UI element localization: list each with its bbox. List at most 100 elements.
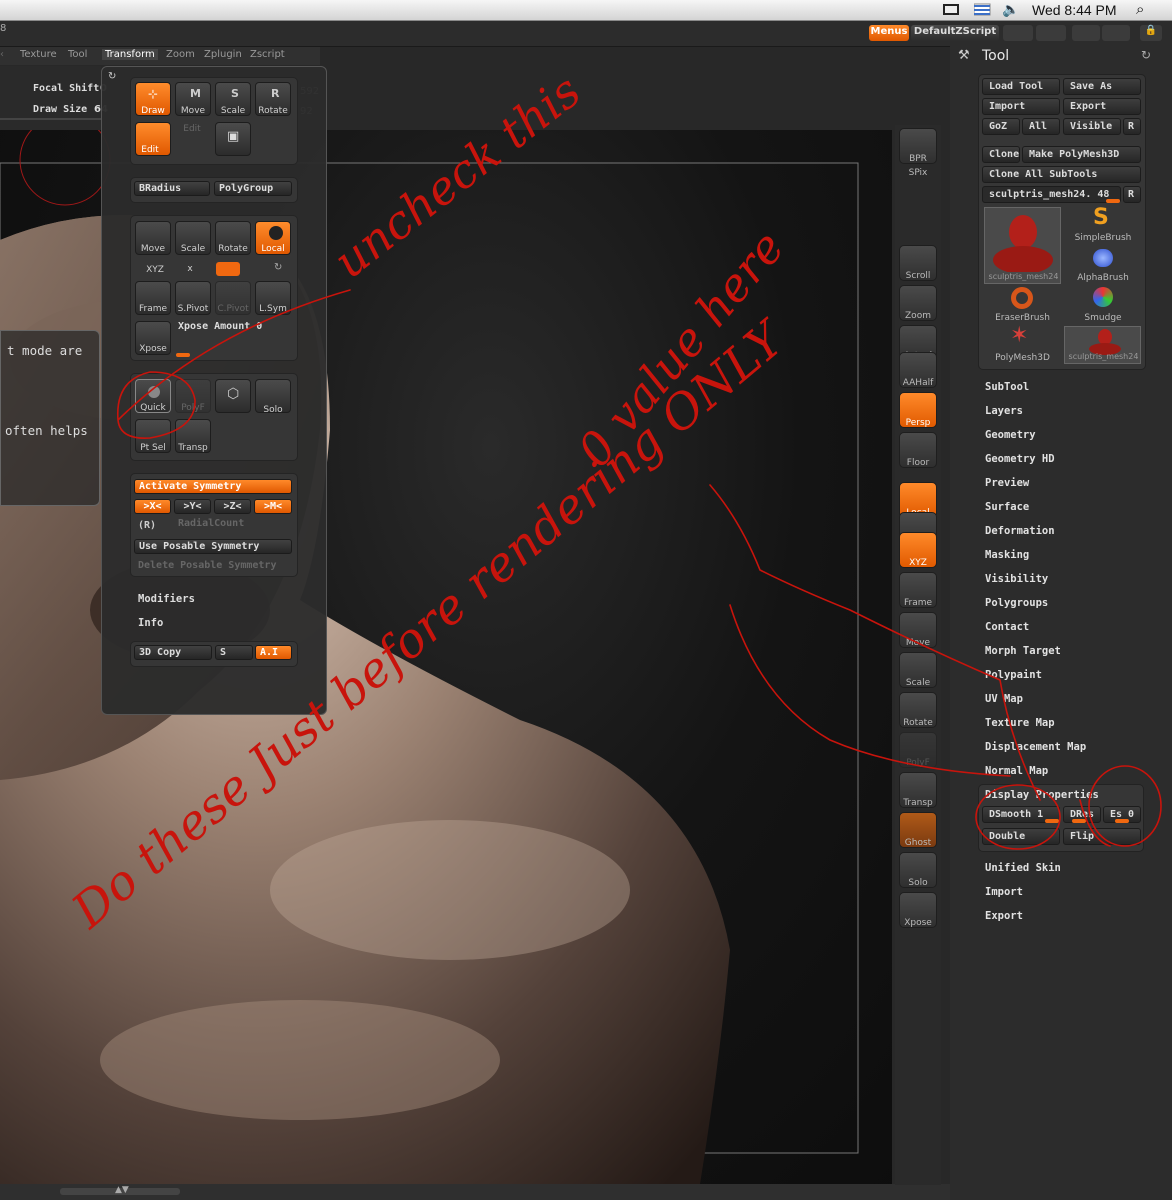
es-handle[interactable]	[1115, 819, 1129, 823]
layout-right-icon[interactable]	[1036, 25, 1066, 41]
window-icon[interactable]	[1072, 25, 1100, 41]
all-button[interactable]: All	[1022, 118, 1060, 135]
section-export[interactable]: Export	[985, 910, 1023, 922]
flag-icon[interactable]	[973, 3, 992, 20]
section-subtool[interactable]: SubTool	[985, 381, 1029, 393]
import-tool-button[interactable]: Import	[982, 98, 1060, 115]
menu-texture[interactable]: Texture	[20, 49, 57, 60]
shelf-bpr-label: BPR	[909, 154, 927, 164]
y-symmetry-button[interactable]: >Y<	[174, 499, 211, 514]
menu-zscript[interactable]: Zscript	[250, 49, 285, 60]
flip-button[interactable]: Flip	[1063, 828, 1141, 845]
current-tool-slider-handle[interactable]	[1106, 199, 1120, 203]
tool-palette-title[interactable]: Tool	[982, 48, 1009, 64]
xpose-amount-label[interactable]: Xpose Amount 0	[178, 321, 262, 332]
radial-count-slider[interactable]: RadialCount	[178, 518, 244, 529]
spotlight-icon[interactable]: ⌕	[1136, 1, 1144, 18]
section-geometry[interactable]: Geometry	[985, 429, 1036, 441]
dsmooth-handle[interactable]	[1045, 819, 1059, 823]
polygroup-button[interactable]: PolyGroup	[214, 181, 292, 196]
menu-arrow-icon[interactable]: ‹	[0, 49, 4, 60]
refresh-icon[interactable]: ↻	[108, 71, 116, 82]
menu-transform[interactable]: Transform	[102, 49, 158, 60]
ptsel-label: Pt Sel	[140, 443, 166, 453]
x-axis-toggle[interactable]: x	[170, 264, 210, 274]
double-button[interactable]: Double	[982, 828, 1060, 845]
ai-button[interactable]: A.I	[255, 645, 292, 660]
activate-symmetry-button[interactable]: Activate Symmetry	[134, 479, 292, 494]
menu-zoom[interactable]: Zoom	[166, 49, 195, 60]
alphabrush-thumb[interactable]: AlphaBrush	[1065, 247, 1141, 285]
draw-size-label[interactable]: Draw Size	[33, 104, 87, 115]
default-zscript-button[interactable]: DefaultZScript	[911, 25, 999, 41]
section-morph-target[interactable]: Morph Target	[985, 645, 1061, 657]
export-tool-button[interactable]: Export	[1063, 98, 1141, 115]
visible-button[interactable]: Visible	[1063, 118, 1121, 135]
clone-button[interactable]: Clone	[982, 146, 1020, 163]
section-geometry-hd[interactable]: Geometry HD	[985, 453, 1055, 465]
clock[interactable]: Wed 8:44 PM	[1032, 2, 1117, 18]
draw-size-slider[interactable]	[0, 118, 101, 120]
cube-icon[interactable]: ⬡	[215, 379, 251, 413]
s-button[interactable]: S	[215, 645, 253, 660]
x-symmetry-button[interactable]: >X<	[134, 499, 171, 514]
display-properties-header[interactable]: Display Properties	[985, 789, 1099, 801]
shelf-toggle-icon[interactable]: ▲▼	[115, 1185, 129, 1195]
section-import[interactable]: Import	[985, 886, 1023, 898]
display-icon[interactable]	[941, 2, 961, 21]
load-tool-button[interactable]: Load Tool	[982, 78, 1060, 95]
lock-icon[interactable]: 🔒	[1140, 25, 1162, 41]
simplebrush-thumb[interactable]: S SimpleBrush	[1065, 205, 1141, 245]
smudge-thumb[interactable]: Smudge	[1065, 287, 1141, 325]
make-polymesh3d-button[interactable]: Make PolyMesh3D	[1022, 146, 1141, 163]
delete-posable-symmetry-button[interactable]: Delete Posable Symmetry	[134, 559, 292, 574]
current-tool-slider[interactable]: sculptris_mesh24. 48	[982, 186, 1121, 203]
volume-icon[interactable]: 🔈	[1002, 1, 1019, 18]
section-polygroups[interactable]: Polygroups	[985, 597, 1048, 609]
bradius-button[interactable]: BRadius	[134, 181, 210, 196]
section-unified-skin[interactable]: Unified Skin	[985, 862, 1061, 874]
section-texture-map[interactable]: Texture Map	[985, 717, 1055, 729]
menus-button[interactable]: Menus	[869, 25, 909, 41]
clone-all-subtools-button[interactable]: Clone All SubTools	[982, 166, 1141, 183]
section-normal-map[interactable]: Normal Map	[985, 765, 1048, 777]
section-polypaint[interactable]: Polypaint	[985, 669, 1042, 681]
snapshot-camera-icon[interactable]: ▣	[215, 122, 251, 156]
shelf-transp-label: Transp	[903, 798, 933, 808]
goz-button[interactable]: GoZ	[982, 118, 1020, 135]
menu-zplugin[interactable]: Zplugin	[204, 49, 242, 60]
r-button[interactable]: R	[1123, 118, 1141, 135]
modifiers-section[interactable]: Modifiers	[138, 593, 195, 605]
m-symmetry-button[interactable]: >M<	[254, 499, 292, 514]
section-displacement-map[interactable]: Displacement Map	[985, 741, 1086, 753]
section-masking[interactable]: Masking	[985, 549, 1029, 561]
focal-shift-label[interactable]: Focal Shift	[33, 83, 99, 94]
save-as-button[interactable]: Save As	[1063, 78, 1141, 95]
sculptris-thumb-2[interactable]: sculptris_mesh24	[1064, 326, 1141, 364]
polymesh3d-thumb[interactable]: ✶ PolyMesh3D	[984, 323, 1061, 365]
current-tool-thumbnail[interactable]: sculptris_mesh24	[984, 207, 1061, 284]
y-axis-toggle[interactable]	[216, 262, 240, 276]
section-surface[interactable]: Surface	[985, 501, 1029, 513]
layout-left-icon[interactable]	[1003, 25, 1033, 41]
use-posable-symmetry-button[interactable]: Use Posable Symmetry	[134, 539, 292, 554]
dres-handle[interactable]	[1072, 819, 1086, 823]
tool-refresh-icon[interactable]: ↻	[1141, 48, 1151, 62]
radial-r-button[interactable]: (R)	[138, 520, 156, 531]
section-deformation[interactable]: Deformation	[985, 525, 1055, 537]
section-preview[interactable]: Preview	[985, 477, 1029, 489]
3d-copy-button[interactable]: 3D Copy	[134, 645, 212, 660]
menu-tool[interactable]: Tool	[68, 49, 87, 60]
info-section[interactable]: Info	[138, 617, 163, 629]
z-axis-toggle-icon[interactable]: ↻	[274, 262, 282, 273]
z-symmetry-button[interactable]: >Z<	[214, 499, 251, 514]
xpose-amount-slider[interactable]	[176, 353, 190, 357]
section-contact[interactable]: Contact	[985, 621, 1029, 633]
section-layers[interactable]: Layers	[985, 405, 1023, 417]
eraserbrush-thumb[interactable]: EraserBrush	[984, 287, 1061, 325]
windows-icon[interactable]	[1102, 25, 1130, 41]
xyz-axis-toggle[interactable]: XYZ	[135, 265, 175, 275]
section-uv-map[interactable]: UV Map	[985, 693, 1023, 705]
section-visibility[interactable]: Visibility	[985, 573, 1048, 585]
r-tool-button[interactable]: R	[1123, 186, 1141, 203]
